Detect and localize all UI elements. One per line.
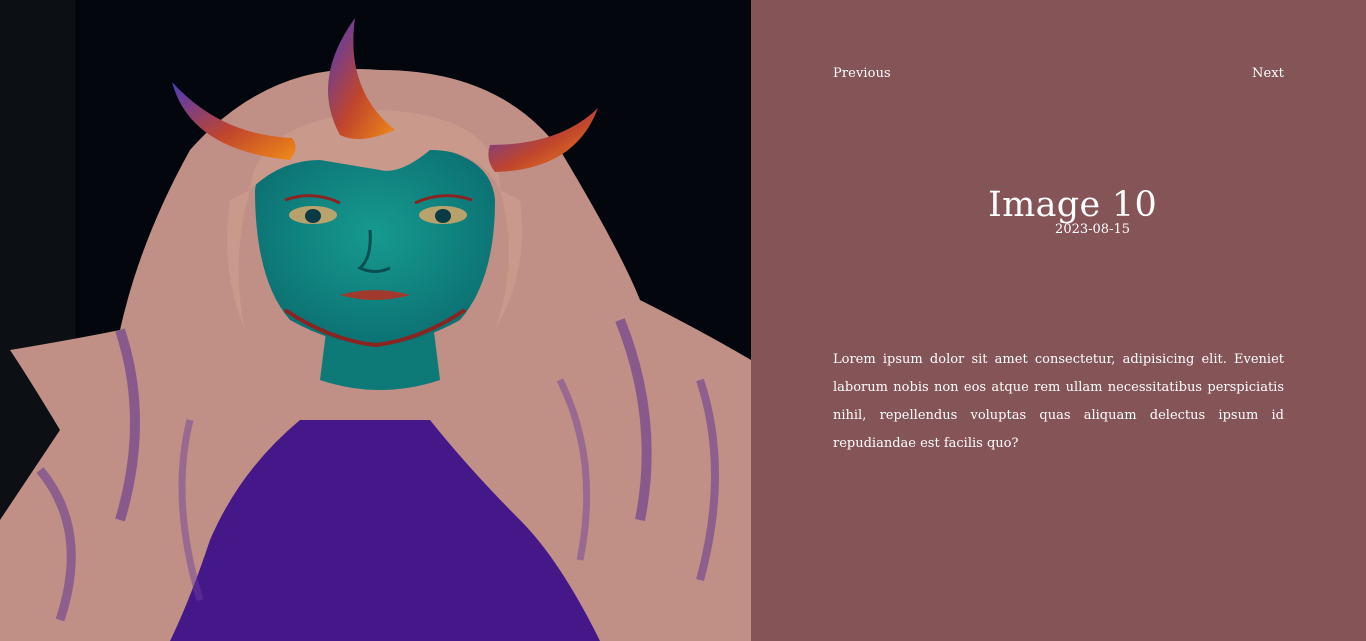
next-link[interactable]: Next — [1252, 66, 1284, 81]
image-title: Image 10 — [988, 185, 1158, 225]
previous-link[interactable]: Previous — [833, 66, 891, 81]
info-panel: Previous Next Image 10 2023-08-15 Lorem … — [751, 0, 1366, 641]
image-description: Lorem ipsum dolor sit amet consectetur, … — [833, 352, 1284, 451]
artwork-illustration — [0, 0, 751, 641]
artwork-image — [0, 0, 751, 641]
gallery-page: Previous Next Image 10 2023-08-15 Lorem … — [0, 0, 1366, 641]
title-block: Image 10 2023-08-15 — [988, 184, 1158, 238]
